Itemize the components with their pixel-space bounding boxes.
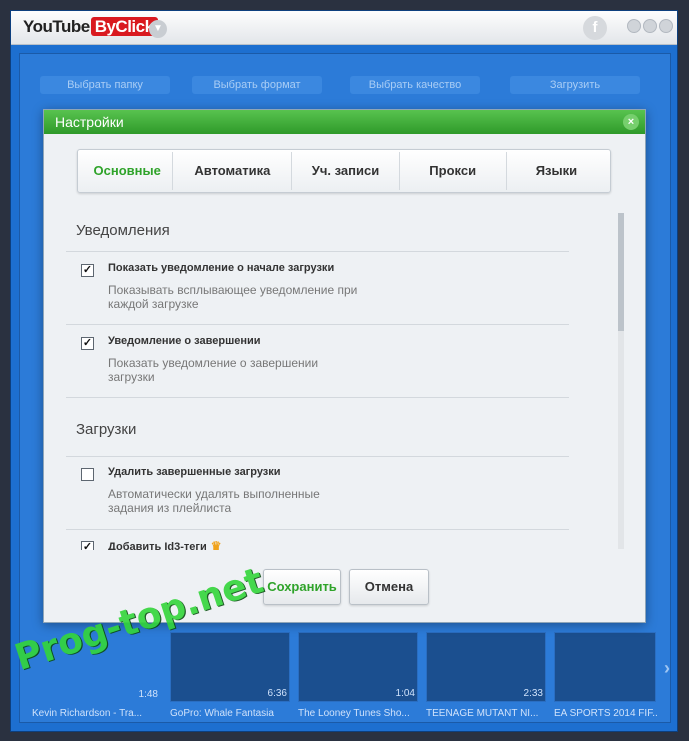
facebook-icon[interactable]: f — [583, 16, 607, 40]
option-label: Удалить завершенные загрузки — [108, 466, 281, 478]
section-title-downloads: Загрузки — [76, 421, 137, 438]
brand-main: YouTube — [23, 17, 90, 36]
app-logo: YouTube ByClick — [23, 17, 158, 37]
divider — [66, 324, 569, 325]
divider — [66, 397, 569, 398]
video-thumb[interactable]: 1:04 — [298, 632, 418, 702]
option-label: Добавить Id3-теги — [108, 541, 207, 550]
option-label: Показать уведомление о начале загрузки — [108, 262, 335, 274]
dialog-header: Настройки × — [44, 110, 645, 134]
section-title-notifications: Уведомления — [76, 222, 170, 239]
maximize-button[interactable] — [643, 19, 657, 33]
tab-proxy[interactable]: Прокси — [400, 152, 507, 190]
divider — [66, 456, 569, 457]
titlebar: YouTube ByClick ▼ f — [11, 11, 677, 45]
close-button[interactable] — [659, 19, 673, 33]
crown-icon: ♛ — [210, 539, 222, 550]
dialog-title: Настройки — [55, 114, 124, 130]
video-thumb[interactable]: 6:36 — [170, 632, 290, 702]
checkbox-notify-start[interactable]: ✓ — [81, 264, 94, 277]
duration: 6:36 — [267, 688, 287, 699]
scrollbar[interactable] — [618, 213, 624, 549]
checkbox-notify-complete[interactable]: ✓ — [81, 337, 94, 350]
tab-general[interactable]: Основные — [82, 152, 174, 190]
tab-accounts[interactable]: Уч. записи — [292, 152, 400, 190]
divider — [66, 251, 569, 252]
close-icon[interactable]: × — [623, 114, 639, 130]
brand-accent: ByClick — [90, 17, 158, 36]
option-label-wrap: Добавить Id3-теги ♛ — [108, 539, 222, 550]
option-description: Показать уведомление о завершении загруз… — [108, 356, 319, 384]
tab-automation[interactable]: Автоматика — [173, 152, 293, 190]
scrollbar-thumb[interactable] — [618, 213, 624, 331]
duration: 2:33 — [523, 688, 543, 699]
video-title: GoPro: Whale Fantasia — [170, 708, 274, 719]
settings-tabs: Основные Автоматика Уч. записи Прокси Яз… — [77, 149, 611, 193]
video-title: Kevin Richardson - Tra... — [32, 708, 143, 719]
settings-content: Уведомления ✓ Показать уведомление о нач… — [66, 210, 626, 550]
chevron-right-icon[interactable]: › — [664, 658, 670, 679]
checkbox-delete-completed[interactable] — [81, 468, 94, 481]
step-select-quality[interactable]: Выбрать качество — [350, 76, 480, 94]
duration: 1:48 — [138, 689, 158, 700]
video-title: EA SPORTS 2014 FIF... — [554, 708, 658, 719]
chevron-down-icon[interactable]: ▼ — [149, 20, 167, 38]
divider — [66, 529, 569, 530]
option-description: Автоматически удалять выполненные задани… — [108, 487, 320, 515]
video-thumb[interactable]: 2:33 — [426, 632, 546, 702]
minimize-button[interactable] — [627, 19, 641, 33]
video-title: TEENAGE MUTANT NI... — [426, 708, 539, 719]
option-description: Показывать всплывающее уведомление при к… — [108, 283, 358, 311]
cancel-button[interactable]: Отмена — [349, 569, 429, 605]
checkbox-add-id3[interactable]: ✓ — [81, 541, 94, 550]
option-label: Уведомление о завершении — [108, 335, 261, 347]
save-button[interactable]: Сохранить — [263, 569, 341, 605]
tab-languages[interactable]: Языки — [507, 152, 606, 190]
video-thumb[interactable] — [554, 632, 656, 702]
duration: 1:04 — [395, 688, 415, 699]
step-select-format[interactable]: Выбрать формат — [192, 76, 322, 94]
video-title: The Looney Tunes Sho... — [298, 708, 410, 719]
settings-dialog: Настройки × Основные Автоматика Уч. запи… — [43, 109, 646, 623]
step-select-folder[interactable]: Выбрать папку — [40, 76, 170, 94]
step-download[interactable]: Загрузить — [510, 76, 640, 94]
